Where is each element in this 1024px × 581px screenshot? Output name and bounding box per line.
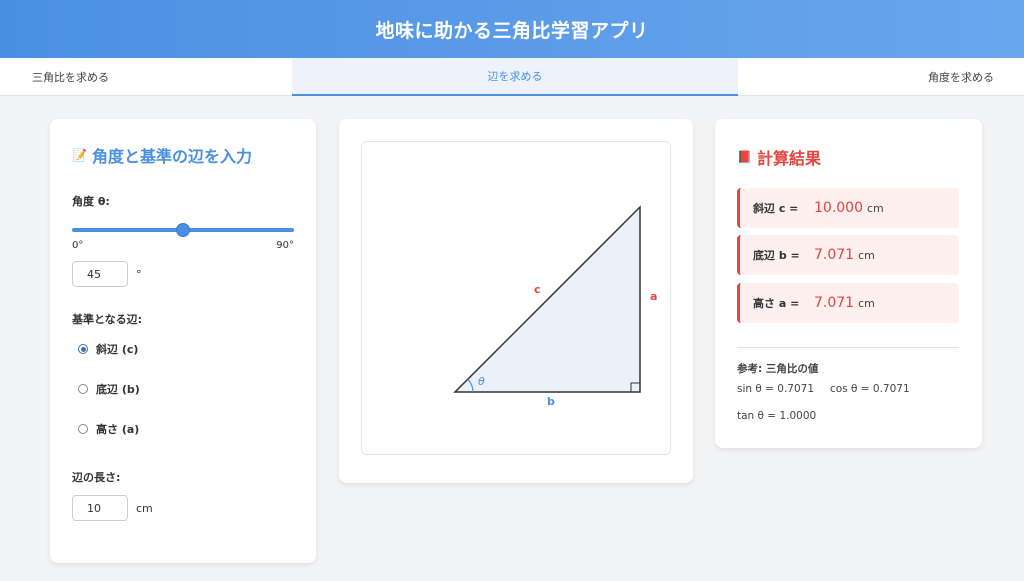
side-c-label: c [534, 283, 541, 296]
angle-max-label: 90° [276, 240, 294, 251]
result-value: 10.000 [814, 200, 863, 216]
tab-find-angle[interactable]: 角度を求める [738, 58, 1024, 96]
angle-label: 角度 θ: [72, 195, 110, 208]
result-label: 底辺 b = [753, 249, 800, 262]
result-base: 底辺 b = 7.071 cm [737, 235, 959, 275]
results-divider [737, 347, 959, 348]
results-title-text: 計算結果 [757, 149, 822, 168]
result-unit: cm [858, 296, 875, 310]
radio-dot[interactable] [78, 424, 88, 434]
radio-height[interactable]: 高さ (a) [78, 421, 294, 437]
radio-label: 高さ (a) [96, 423, 140, 436]
notebook-icon: 📕 [737, 150, 752, 164]
result-hypotenuse: 斜辺 c = 10.000 cm [737, 188, 959, 228]
diagram-panel: θ c a b [339, 119, 693, 483]
memo-icon: 📝 [72, 148, 87, 162]
angle-min-label: 0° [72, 240, 84, 251]
result-unit: cm [867, 201, 884, 215]
input-panel: 📝 角度と基準の辺を入力 角度 θ: 0° 90° 45 ° 基準となる辺: 斜… [50, 119, 316, 563]
radio-dot[interactable] [78, 384, 88, 394]
radio-label: 底辺 (b) [96, 383, 140, 396]
tab-find-ratios[interactable]: 三角比を求める [0, 58, 292, 96]
triangle-shape [453, 205, 641, 393]
angle-slider-thumb[interactable] [176, 223, 190, 237]
app-title: 地味に助かる三角比学習アプリ [375, 19, 649, 42]
result-label: 高さ a = [753, 297, 800, 310]
radio-base[interactable]: 底辺 (b) [78, 381, 294, 397]
triangle-diagram: θ c a b [361, 141, 671, 455]
sin-value: sin θ = 0.7071 [737, 383, 815, 395]
result-value: 7.071 [814, 247, 855, 263]
side-b-label: b [547, 395, 555, 408]
result-height: 高さ a = 7.071 cm [737, 283, 959, 323]
length-label: 辺の長さ: [72, 471, 121, 484]
input-panel-title: 📝 角度と基準の辺を入力 [72, 143, 294, 167]
cos-value: cos θ = 0.7071 [830, 383, 910, 395]
result-unit: cm [858, 248, 875, 262]
angle-input[interactable]: 45 [72, 261, 128, 287]
theta-label: θ [478, 375, 485, 388]
base-side-label: 基準となる辺: [72, 313, 143, 326]
radio-dot[interactable] [78, 344, 88, 354]
radio-label: 斜辺 (c) [96, 343, 139, 356]
app-header: 地味に助かる三角比学習アプリ [0, 0, 1024, 58]
result-value: 7.071 [814, 295, 855, 311]
side-a-label: a [650, 290, 657, 303]
results-title: 📕 計算結果 [737, 145, 960, 169]
radio-hypotenuse[interactable]: 斜辺 (c) [78, 341, 294, 357]
result-label: 斜辺 c = [753, 202, 799, 215]
angle-slider[interactable] [72, 223, 294, 237]
length-unit: cm [136, 501, 153, 515]
results-panel: 📕 計算結果 斜辺 c = 10.000 cm 底辺 b = 7.071 cm … [715, 119, 982, 448]
tan-value: tan θ = 1.0000 [737, 410, 817, 422]
input-panel-title-text: 角度と基準の辺を入力 [92, 147, 253, 166]
tab-bar: 三角比を求める 辺を求める 角度を求める [0, 58, 1024, 96]
length-input[interactable]: 10 [72, 495, 128, 521]
triangle-svg: θ c a b [453, 205, 657, 408]
tab-find-sides[interactable]: 辺を求める [292, 58, 738, 96]
angle-unit: ° [136, 267, 142, 281]
ref-title: 参考: 三角比の値 [737, 363, 819, 375]
